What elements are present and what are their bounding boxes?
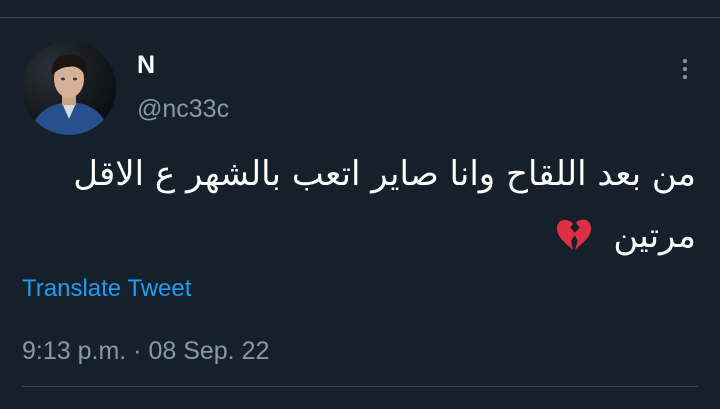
tweet-text-line-2: مرتين [20, 205, 696, 267]
display-name[interactable]: N [137, 50, 155, 80]
broken-heart-icon [556, 219, 591, 251]
more-options-button[interactable] [672, 54, 698, 84]
more-vertical-icon-dot [683, 75, 687, 79]
tweet-timestamp[interactable]: 9:13 p.m. · 08 Sep. 22 [22, 336, 269, 366]
top-divider [0, 17, 720, 18]
tweet-text-line-2-words: مرتين [613, 216, 696, 256]
avatar[interactable] [22, 41, 116, 135]
more-vertical-icon [683, 59, 687, 63]
bottom-divider [22, 386, 698, 387]
translate-tweet-link[interactable]: Translate Tweet [22, 275, 191, 303]
tweet-text: من بعد اللقاح وانا صاير اتعب بالشهر ع ال… [20, 143, 696, 267]
avatar-image [22, 41, 116, 135]
tweet-text-line-1: من بعد اللقاح وانا صاير اتعب بالشهر ع ال… [73, 154, 696, 194]
more-vertical-icon-dot [683, 67, 687, 71]
user-handle[interactable]: @nc33c [137, 94, 229, 124]
